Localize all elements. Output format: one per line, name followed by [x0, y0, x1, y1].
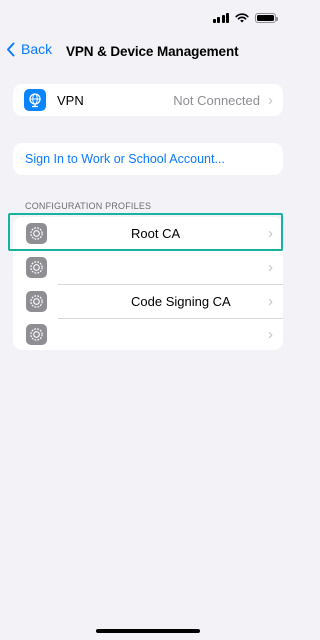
navigation-bar: Back VPN & Device Management [0, 38, 296, 68]
chevron-right-icon: › [268, 91, 273, 109]
profile-row-root-ca[interactable]: Root CA › [13, 217, 283, 250]
status-bar [0, 0, 296, 38]
back-button[interactable]: Back [6, 41, 52, 57]
vpn-status: Not Connected [173, 92, 260, 108]
globe-network-icon [24, 89, 46, 111]
status-icons [212, 13, 278, 23]
profile-row-code-signing-ca[interactable]: Code Signing CA › [13, 285, 283, 318]
gear-icon [26, 257, 47, 278]
home-indicator [96, 629, 200, 633]
vpn-row[interactable]: VPN Not Connected › [13, 84, 283, 116]
vpn-label: VPN [57, 92, 84, 108]
signal-bars-icon [212, 13, 229, 23]
profile-label: Code Signing CA [131, 294, 231, 309]
page-title: VPN & Device Management [66, 44, 239, 59]
configuration-profiles-header: CONFIGURATION PROFILES [25, 201, 152, 211]
profiles-list: Root CA › › Code Signing CA › › [13, 217, 283, 350]
battery-icon [255, 13, 278, 23]
gear-icon [26, 324, 47, 345]
chevron-right-icon: › [268, 259, 273, 276]
profile-row-2[interactable]: › [13, 251, 283, 284]
sign-in-link[interactable]: Sign In to Work or School Account... [25, 152, 225, 166]
gear-icon [26, 223, 47, 244]
gear-icon [26, 291, 47, 312]
wifi-icon [235, 13, 249, 23]
chevron-right-icon: › [268, 225, 273, 242]
chevron-right-icon: › [268, 293, 273, 310]
sign-in-card: Sign In to Work or School Account... [13, 143, 283, 175]
vpn-card: VPN Not Connected › [13, 84, 283, 116]
profile-row-4[interactable]: › [13, 318, 283, 351]
chevron-right-icon: › [268, 326, 273, 343]
profile-label: Root CA [131, 226, 181, 241]
chevron-left-icon [7, 42, 15, 56]
back-label: Back [21, 41, 53, 57]
